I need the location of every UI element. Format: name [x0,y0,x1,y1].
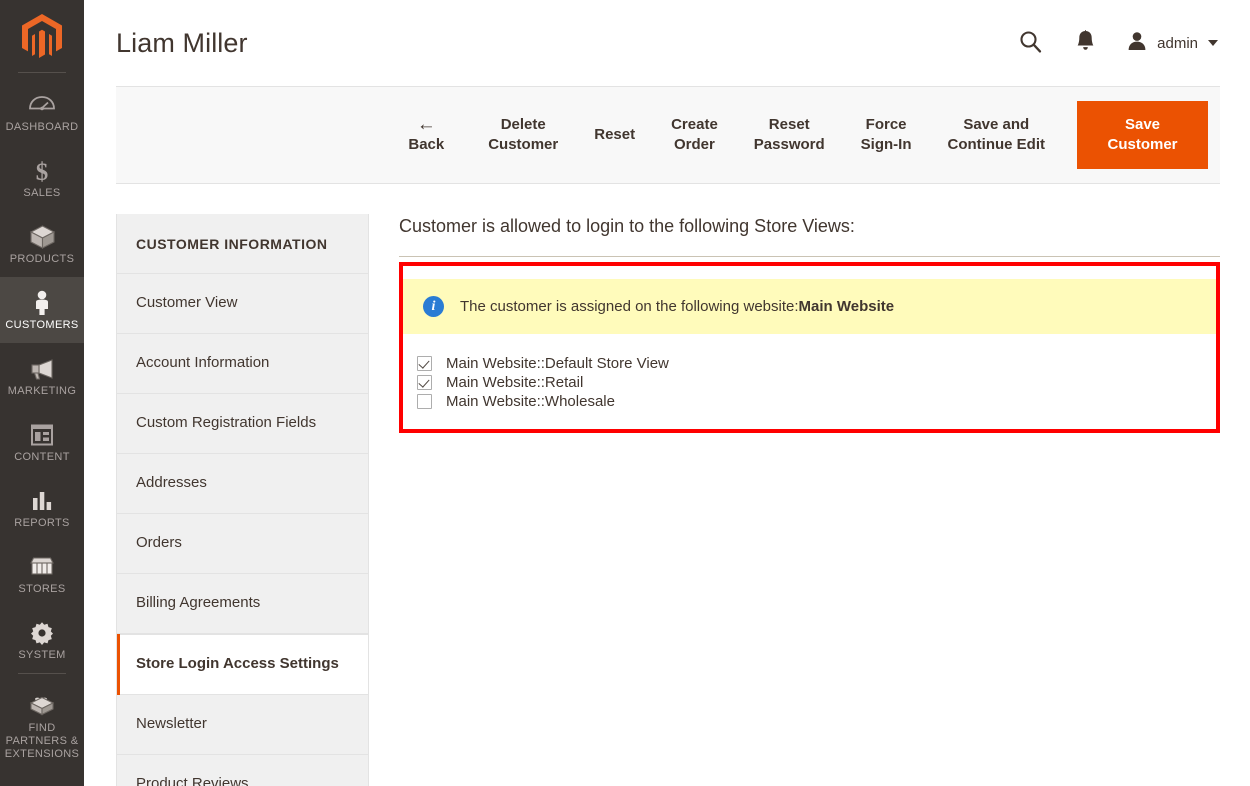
stores-storefront-icon [2,553,82,580]
nav-divider-bottom [18,673,66,674]
dashboard-icon [2,91,82,118]
system-gear-icon [2,619,82,646]
create-order-button[interactable]: Create Order [653,107,736,163]
sidebar-item-stores[interactable]: Stores [0,541,84,607]
info-circle-icon: i [423,296,444,317]
sidebar-item-label: Marketing [7,385,77,397]
sidebar-item-sales[interactable]: $ Sales [0,145,84,211]
admin-user-menu[interactable]: admin [1124,26,1220,61]
tab-customer-view[interactable]: Customer View [117,274,368,334]
arrow-left-icon: ← [416,113,436,135]
checkbox-main-website-retail[interactable] [417,375,432,390]
sidebar-item-dashboard[interactable]: Dashboard [0,79,84,145]
content-area: Customer Information Customer View Accou… [84,184,1250,786]
tab-addresses[interactable]: Addresses [117,454,368,514]
notice-website-name: Main Website [798,297,895,315]
content-layout-icon [2,421,82,448]
sidebar-item-products[interactable]: Products [0,211,84,277]
admin-sidebar: Dashboard $ Sales Products Customers Mar… [0,0,84,786]
extensions-brick-icon [2,692,82,719]
bell-icon [1075,29,1096,57]
store-views-checkbox-list: Main Website::Default Store View Main We… [403,334,1216,417]
sidebar-item-label: Stores [18,583,66,595]
store-views-title: Customer is allowed to login to the foll… [399,216,855,236]
sidebar-item-label: Content [14,451,70,463]
sidebar-item-content[interactable]: Content [0,409,84,475]
store-view-label[interactable]: Main Website::Retail [446,373,583,392]
store-login-access-pane: Customer is allowed to login to the foll… [369,214,1220,786]
save-and-continue-edit-button[interactable]: Save and Continue Edit [930,107,1064,163]
save-customer-button[interactable]: Save Customer [1077,101,1208,169]
store-view-row[interactable]: Main Website::Retail [417,373,1216,392]
search-icon [1018,29,1043,57]
store-view-row[interactable]: Main Website::Wholesale [417,392,1216,411]
divider [399,256,1220,257]
sidebar-item-label: Reports [14,517,70,529]
back-button-label: Back [408,135,445,153]
checkbox-main-website-wholesale[interactable] [417,394,432,409]
notice-message: The customer is assigned on the followin… [460,297,799,315]
sidebar-item-label: Products [9,253,75,265]
store-view-label[interactable]: Main Website::Default Store View [446,354,669,373]
nav-divider [18,72,66,73]
products-box-icon [2,223,82,250]
store-view-label[interactable]: Main Website::Wholesale [446,392,615,411]
sidebar-item-label: Find Partners & Extensions [4,722,80,760]
sales-dollar-icon: $ [2,157,82,184]
admin-page: Dashboard $ Sales Products Customers Mar… [0,0,1250,786]
svg-text:$: $ [36,159,49,184]
sidebar-item-label: Sales [23,187,61,199]
reports-bars-icon [2,487,82,514]
customers-person-icon [2,289,82,316]
chevron-down-icon [1208,40,1218,46]
magento-logo-icon[interactable] [0,0,84,72]
assigned-website-notice: i The customer is assigned on the follow… [403,279,1216,334]
tab-custom-registration-fields[interactable]: Custom Registration Fields [117,394,368,454]
main-area: Liam Miller admin ← Back Delete Customer… [84,0,1250,786]
sidebar-item-label: Customers [5,319,79,331]
tab-newsletter[interactable]: Newsletter [117,695,368,755]
store-view-row[interactable]: Main Website::Default Store View [417,354,1216,373]
reset-password-button[interactable]: Reset Password [736,107,843,163]
admin-user-name: admin [1157,34,1198,52]
page-actions-toolbar: ← Back Delete Customer Reset Create Orde… [116,86,1220,184]
tab-account-information[interactable]: Account Information [117,334,368,394]
tab-store-login-access-settings[interactable]: Store Login Access Settings [117,634,368,695]
highlight-box: i The customer is assigned on the follow… [399,262,1220,433]
customer-information-tabs: Customer Information Customer View Accou… [116,214,369,786]
sidebar-item-marketing[interactable]: Marketing [0,343,84,409]
page-title: Liam Miller [116,28,248,58]
force-sign-in-button[interactable]: Force Sign-In [843,107,930,163]
checkbox-main-website-default-store-view[interactable] [417,356,432,371]
user-avatar-icon [1126,30,1148,57]
delete-customer-button[interactable]: Delete Customer [470,107,576,163]
sidebar-item-customers[interactable]: Customers [0,277,84,343]
tabs-heading: Customer Information [117,214,368,274]
search-button[interactable] [1014,25,1047,61]
back-button[interactable]: ← Back [366,108,470,163]
header-actions: admin [1014,25,1220,61]
reset-button[interactable]: Reset [576,117,653,153]
notice-text: The customer is assigned on the followin… [460,297,894,317]
tab-orders[interactable]: Orders [117,514,368,574]
page-header: Liam Miller admin [84,0,1250,86]
sidebar-item-label: Dashboard [5,121,79,133]
sidebar-item-reports[interactable]: Reports [0,475,84,541]
sidebar-item-label: System [18,649,66,661]
notifications-button[interactable] [1071,25,1100,61]
tab-billing-agreements[interactable]: Billing Agreements [117,574,368,634]
sidebar-item-find-partners-extensions[interactable]: Find Partners & Extensions [0,680,84,772]
tab-product-reviews[interactable]: Product Reviews [117,755,368,786]
sidebar-item-system[interactable]: System [0,607,84,673]
marketing-megaphone-icon [2,355,82,382]
